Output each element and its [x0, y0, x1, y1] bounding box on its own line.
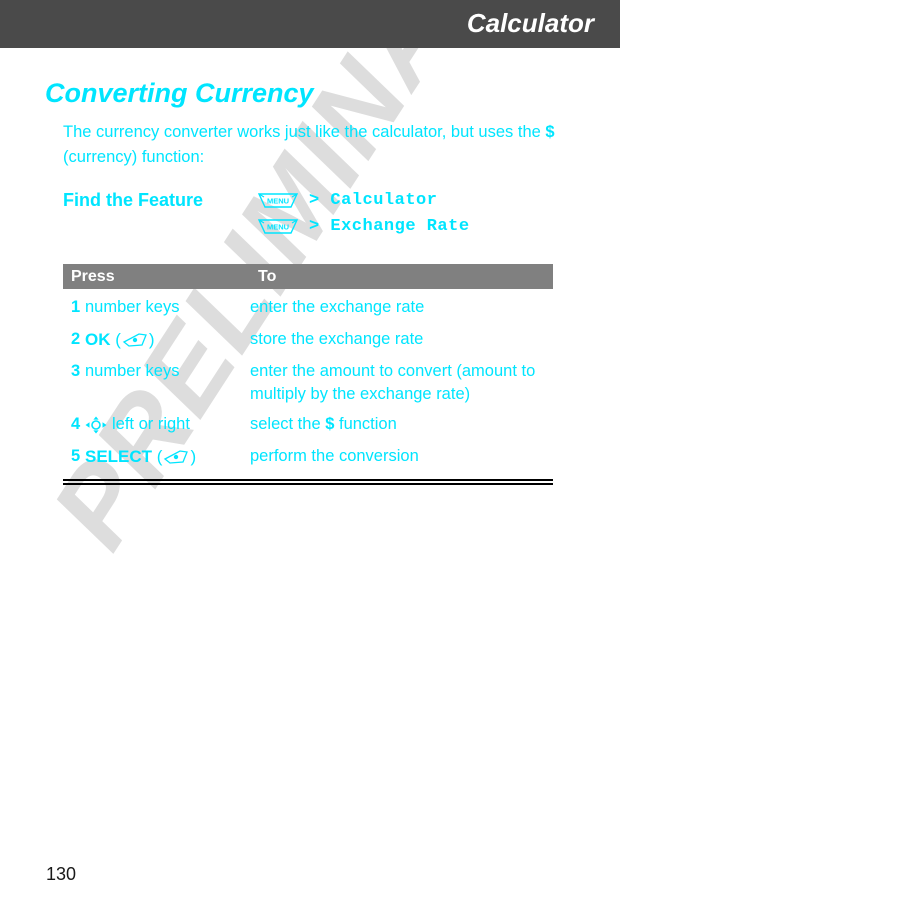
step-number: 2: [71, 330, 81, 348]
menu-key-icon: MENU: [256, 218, 300, 236]
step-to: select the $ function: [250, 413, 553, 436]
svg-text:MENU: MENU: [267, 222, 289, 231]
rule-line-bottom: [63, 483, 553, 485]
menu-path-row: MENU > Calculator: [256, 188, 470, 213]
step-press: OK ( ): [85, 328, 250, 351]
step-press: number keys: [85, 360, 250, 383]
step-press-text: number keys: [85, 298, 180, 316]
step-press-keylabel: OK: [85, 330, 111, 349]
step-to: enter the exchange rate: [250, 296, 553, 319]
menu-path-text: > Exchange Rate: [309, 217, 470, 236]
rule-line-top: [63, 479, 553, 481]
table-row: 4 left or right select the $ function: [63, 406, 553, 438]
step-to-text: store the exchange rate: [250, 330, 424, 348]
table-header-row: Press To: [63, 264, 553, 289]
page-number: 130: [46, 864, 77, 884]
soft-key-icon: [122, 332, 148, 348]
step-press-text: left or right: [112, 415, 190, 433]
step-number: 1: [71, 298, 81, 316]
document-page: PRELIMINARY Calculator Converting Curren…: [0, 0, 901, 901]
step-number: 5: [71, 447, 81, 465]
intro-line2: (currency) function:: [63, 148, 205, 166]
table-row: 2 OK ( ) store the exchange rate: [63, 321, 553, 353]
intro-line1: The currency converter works just like t…: [63, 123, 546, 141]
press-to-table: Press To 1 number keys enter the exchang…: [63, 264, 553, 485]
menu-path-text: > Calculator: [309, 191, 438, 210]
step-number: 4: [71, 415, 81, 433]
section-heading: Converting Currency: [45, 78, 314, 108]
step-to-text: perform the conversion: [250, 447, 419, 465]
step-to-suffix: function: [334, 415, 397, 433]
step-number: 3: [71, 362, 81, 380]
find-the-feature-label: Find the Feature: [63, 190, 204, 210]
step-to: perform the conversion: [250, 445, 553, 468]
svg-text:MENU: MENU: [267, 196, 289, 205]
find-the-feature-paths: MENU > Calculator MENU > Exchange Rate: [256, 188, 470, 240]
table-row: 1 number keys enter the exchange rate: [63, 289, 553, 321]
open-paren: (: [110, 330, 121, 349]
step-to-text: select the: [250, 415, 326, 433]
intro-paragraph: The currency converter works just like t…: [63, 120, 555, 170]
close-paren: ): [190, 447, 197, 466]
step-press: SELECT ( ): [85, 445, 250, 468]
menu-path-row: MENU > Exchange Rate: [256, 214, 470, 239]
step-press-text: number keys: [85, 362, 180, 380]
menu-key-icon: MENU: [256, 192, 300, 210]
step-to-text: enter the exchange rate: [250, 298, 425, 316]
soft-key-icon: [163, 449, 189, 465]
chapter-header-band: Calculator: [0, 0, 620, 48]
table-row: 5 SELECT ( ) perform the conversion: [63, 438, 553, 470]
step-to-text: enter the amount to convert (amount to m…: [250, 362, 536, 403]
step-press-keylabel: SELECT: [85, 447, 153, 466]
column-header-to: To: [258, 267, 277, 285]
step-to: enter the amount to convert (amount to m…: [250, 360, 553, 406]
step-to: store the exchange rate: [250, 328, 553, 351]
currency-symbol: $: [545, 123, 555, 141]
table-row: 3 number keys enter the amount to conver…: [63, 353, 553, 406]
chapter-title: Calculator: [466, 8, 594, 38]
column-header-press: Press: [71, 267, 115, 285]
step-press: number keys: [85, 296, 250, 319]
table-bottom-rule: [63, 479, 553, 485]
open-paren: (: [152, 447, 163, 466]
step-press: left or right: [85, 413, 250, 436]
close-paren: ): [148, 330, 155, 349]
nav-key-icon: [85, 416, 107, 434]
